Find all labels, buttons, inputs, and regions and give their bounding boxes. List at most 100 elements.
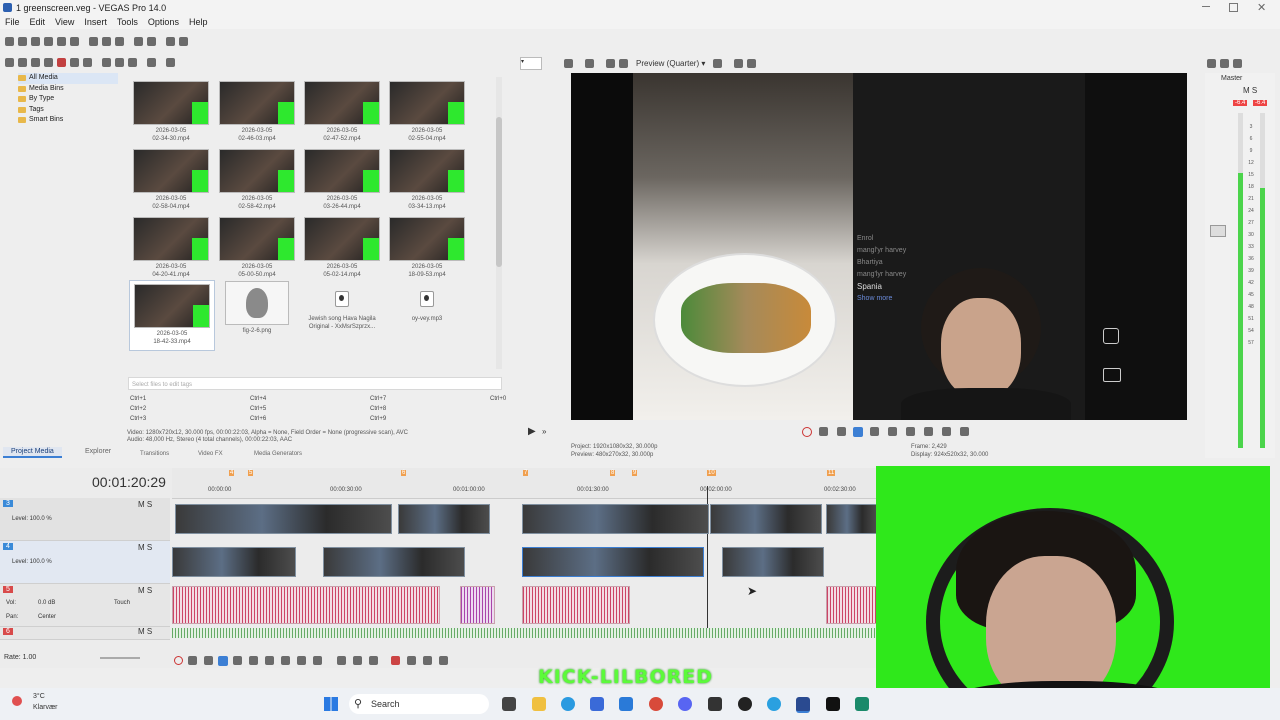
split-icon[interactable] — [423, 656, 432, 665]
copy-icon[interactable] — [102, 36, 111, 46]
chrome-icon[interactable] — [649, 697, 663, 711]
tab-media-generators[interactable]: Media Generators — [254, 451, 302, 457]
menu-view[interactable]: View — [50, 17, 79, 27]
video-clip[interactable] — [172, 547, 296, 577]
stop-media-icon[interactable] — [115, 58, 124, 67]
task-view-icon[interactable] — [502, 697, 516, 711]
properties-icon[interactable] — [70, 36, 79, 46]
file-explorer-icon[interactable] — [532, 697, 546, 711]
audio-clip[interactable] — [826, 586, 878, 624]
obs-icon[interactable] — [738, 697, 752, 711]
edge-icon[interactable] — [561, 697, 575, 711]
prev-frame-icon[interactable] — [297, 656, 306, 665]
touch-mode[interactable]: Touch — [114, 600, 130, 606]
media-thumbnail-selected[interactable]: 2026-03-05 18-42-33.mp4 — [129, 280, 215, 351]
tags-input[interactable]: Select files to edit tags — [128, 377, 502, 390]
enable-snapping-icon[interactable] — [166, 36, 175, 46]
selection-tool-icon[interactable] — [369, 656, 378, 665]
track-header-audio-2[interactable]: 6 M S — [0, 627, 170, 640]
record-icon[interactable] — [174, 656, 183, 665]
video-clip[interactable] — [826, 504, 878, 534]
undo-icon[interactable] — [134, 36, 143, 46]
audio-clip[interactable] — [460, 586, 495, 624]
discord-icon[interactable] — [678, 697, 692, 711]
marker[interactable]: 7 — [523, 470, 529, 476]
marker[interactable]: 9 — [632, 470, 638, 476]
external-monitor-icon[interactable] — [585, 58, 594, 68]
remove-media-icon[interactable] — [44, 58, 53, 67]
track-mute[interactable]: M S — [138, 543, 152, 552]
video-clip[interactable] — [522, 504, 709, 534]
properties-small-icon[interactable] — [83, 58, 92, 67]
search-media-icon[interactable] — [166, 58, 175, 67]
next-frame-icon[interactable] — [313, 656, 322, 665]
help-icon[interactable] — [179, 36, 188, 46]
preview-more-icon[interactable]: » — [542, 427, 546, 436]
calculator-icon[interactable] — [708, 697, 722, 711]
capcut-icon[interactable] — [826, 697, 840, 711]
master-mute[interactable]: M S — [1243, 86, 1257, 95]
media-thumbnail[interactable]: Jewish song Hava Nagila Original - XxMsr… — [304, 291, 380, 331]
trim-icon[interactable] — [407, 656, 416, 665]
media-thumbnail[interactable]: 2026-03-05 03-26-44.mp4 — [304, 149, 380, 211]
track-header-video-2[interactable]: 4 Level: 100.0 % M S — [0, 541, 170, 584]
play-icon[interactable] — [853, 426, 863, 437]
play-icon[interactable] — [218, 655, 228, 666]
marker[interactable]: 10 — [707, 470, 716, 476]
go-to-end-icon[interactable] — [924, 427, 933, 436]
marker[interactable]: 8 — [610, 470, 616, 476]
tree-item-by-type[interactable]: By Type — [18, 94, 118, 105]
marker[interactable]: 5 — [248, 470, 254, 476]
menu-tools[interactable]: Tools — [112, 17, 143, 27]
play-media-icon[interactable] — [102, 58, 111, 67]
normal-edit-tool-icon[interactable] — [337, 656, 346, 665]
taskbar-search[interactable]: ⚲ Search — [349, 694, 489, 714]
mail-app-icon[interactable] — [619, 697, 633, 711]
marker[interactable]: 6 — [401, 470, 407, 476]
media-thumbnail[interactable]: 2026-03-05 02-47-52.mp4 — [304, 81, 380, 143]
tab-video-fx[interactable]: Video FX — [198, 451, 223, 457]
track-mute[interactable]: M S — [138, 500, 152, 509]
audio-clip-lower[interactable] — [172, 628, 876, 638]
menu-options[interactable]: Options — [143, 17, 184, 27]
stop-icon[interactable] — [249, 656, 258, 665]
preview-selector[interactable]: ▾ — [520, 56, 542, 70]
tree-item-media-bins[interactable]: Media Bins — [18, 84, 118, 95]
menu-help[interactable]: Help — [184, 17, 213, 27]
paste-icon[interactable] — [115, 36, 124, 46]
timeline-ruler[interactable]: 4 5 6 7 8 9 10 11 00:00:00 00:00:30:00 0… — [172, 468, 876, 499]
media-thumbnail[interactable]: 2026-03-05 03-34-13.mp4 — [389, 149, 465, 211]
cut-icon[interactable] — [89, 36, 98, 46]
video-clip[interactable] — [398, 504, 490, 534]
media-thumbnail[interactable]: 2026-03-05 02-55-04.mp4 — [389, 81, 465, 143]
audio-clip[interactable] — [522, 586, 630, 624]
save-icon[interactable] — [31, 36, 40, 46]
media-thumbnail[interactable]: oy-vey.mp3 — [389, 291, 465, 323]
track-header-video-1[interactable]: 3 Level: 100.0 % M S — [0, 498, 170, 541]
tab-transitions[interactable]: Transitions — [140, 451, 169, 457]
record-icon[interactable] — [802, 426, 812, 437]
master-menu-icon[interactable] — [1233, 58, 1242, 68]
preview-quality-dropdown[interactable]: Preview (Quarter) ▾ — [636, 59, 705, 68]
play-from-start-icon[interactable] — [204, 656, 213, 665]
envelope-tool-icon[interactable] — [353, 656, 362, 665]
marker[interactable]: 11 — [827, 470, 836, 476]
media-thumbnail[interactable]: 2026-03-05 05-00-50.mp4 — [219, 217, 295, 279]
delete-event-icon[interactable] — [391, 656, 400, 665]
redo-icon[interactable] — [147, 36, 156, 46]
vegas-pro-icon[interactable] — [796, 697, 810, 713]
video-clip-selected[interactable] — [522, 547, 704, 577]
copy-snapshot-icon[interactable] — [734, 58, 744, 68]
video-clip[interactable] — [175, 504, 392, 534]
media-thumbnail[interactable]: 2026-03-05 02-58-04.mp4 — [133, 149, 209, 211]
media-thumbnail[interactable]: 2026-03-05 02-34-30.mp4 — [133, 81, 209, 143]
video-clip[interactable] — [710, 504, 822, 534]
new-project-icon[interactable] — [5, 36, 14, 46]
get-media-icon[interactable] — [31, 58, 40, 67]
media-thumbnail[interactable]: 2026-03-05 18-09-53.mp4 — [389, 217, 465, 279]
media-thumbnail[interactable]: 2026-03-05 02-46-03.mp4 — [219, 81, 295, 143]
menu-file[interactable]: File — [0, 17, 25, 27]
import-media-icon[interactable] — [5, 58, 14, 67]
minimize-icon[interactable] — [1202, 6, 1210, 7]
master-fx-icon[interactable] — [1220, 58, 1229, 68]
